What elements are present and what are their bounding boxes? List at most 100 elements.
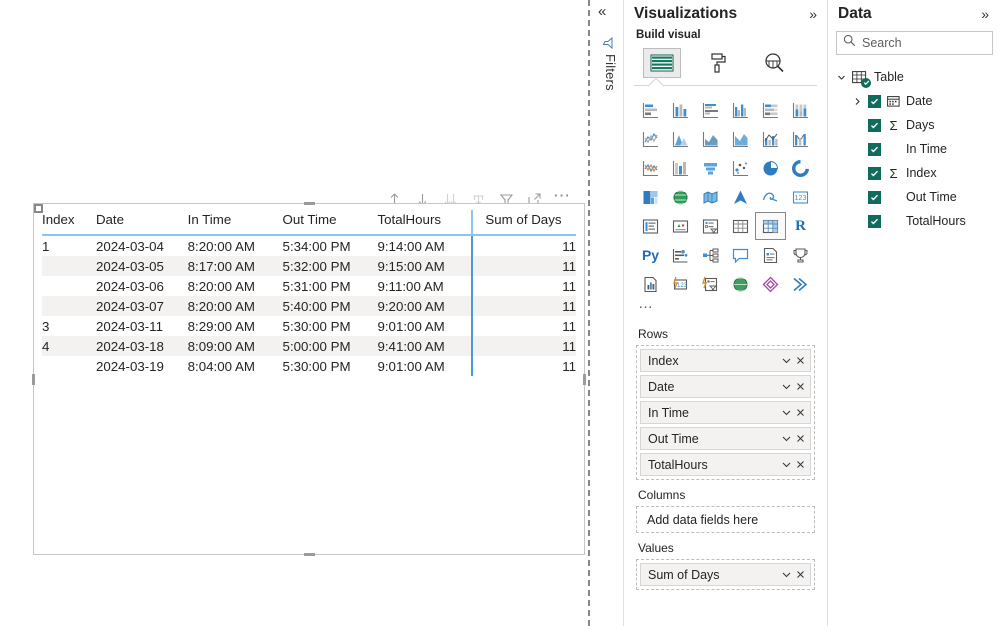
python-visual-icon[interactable]: Py	[636, 242, 665, 268]
funnel-chart-icon[interactable]	[666, 155, 695, 181]
slicer-icon[interactable]	[696, 213, 725, 239]
field-checkbox[interactable]	[868, 142, 881, 156]
field-row-index[interactable]: Σ Index	[836, 161, 999, 185]
stacked-bar-chart-icon[interactable]	[636, 97, 665, 123]
chevron-visual-icon[interactable]	[786, 271, 815, 297]
power-automate-icon[interactable]	[696, 271, 725, 297]
search-input[interactable]: Search	[836, 31, 993, 55]
card-icon[interactable]: 123	[786, 184, 815, 210]
field-checkbox[interactable]	[868, 190, 881, 204]
chevron-down-icon[interactable]	[781, 569, 792, 580]
scatter-plot-icon[interactable]	[726, 155, 755, 181]
ribbon-chart-icon[interactable]	[786, 126, 815, 152]
smart-narrative-icon[interactable]	[756, 242, 785, 268]
table-row[interactable]: 2024-03-05 8:17:00 AM 5:32:00 PM 9:15:00…	[42, 256, 576, 276]
field-row-in-time[interactable]: In Time	[836, 137, 999, 161]
table-row[interactable]: 1 2024-03-04 8:20:00 AM 5:34:00 PM 9:14:…	[42, 235, 576, 256]
diamond-visual-icon[interactable]	[756, 271, 785, 297]
tab-analytics[interactable]	[746, 45, 802, 81]
report-canvas[interactable]: ⋯ Index Date In Time Out Time TotalHours…	[0, 0, 590, 626]
field-checkbox[interactable]	[868, 118, 881, 132]
remove-field-icon[interactable]	[795, 433, 806, 444]
values-well[interactable]: Sum of Days	[636, 559, 815, 590]
more-visuals-icon[interactable]: …	[624, 296, 827, 315]
arcgis-map-icon[interactable]	[756, 184, 785, 210]
expand-visualizations-icon[interactable]: »	[809, 6, 817, 22]
chevron-down-icon[interactable]	[836, 73, 847, 82]
tab-format-visual[interactable]	[690, 45, 746, 81]
chevron-down-icon[interactable]	[781, 459, 792, 470]
multi-row-card-icon[interactable]	[636, 213, 665, 239]
power-apps-icon[interactable]: 123	[666, 271, 695, 297]
key-influencers-icon[interactable]	[666, 242, 695, 268]
matrix-icon[interactable]	[755, 212, 786, 240]
area-chart-icon[interactable]	[666, 126, 695, 152]
remove-field-icon[interactable]	[795, 569, 806, 580]
clustered-bar-chart-icon[interactable]	[696, 97, 725, 123]
table-row[interactable]: 3 2024-03-11 8:29:00 AM 5:30:00 PM 9:01:…	[42, 316, 576, 336]
stacked-column-chart-icon[interactable]	[666, 97, 695, 123]
field-chip-totalhours[interactable]: TotalHours	[640, 453, 811, 476]
table-row[interactable]: 4 2024-03-18 8:09:00 AM 5:00:00 PM 9:41:…	[42, 336, 576, 356]
remove-field-icon[interactable]	[795, 407, 806, 418]
field-checkbox[interactable]	[868, 166, 881, 180]
column-header-out-time[interactable]: Out Time	[282, 210, 378, 236]
rows-well[interactable]: Index Date In Time Out Time TotalHours	[636, 345, 815, 480]
field-chip-out-time[interactable]: Out Time	[640, 427, 811, 450]
resize-handle-left[interactable]	[32, 374, 35, 385]
hundred-percent-stacked-bar-chart-icon[interactable]	[756, 97, 785, 123]
azure-map-icon[interactable]	[726, 184, 755, 210]
clustered-column-chart-icon[interactable]	[726, 97, 755, 123]
field-row-totalhours[interactable]: TotalHours	[836, 209, 999, 233]
field-checkbox[interactable]	[868, 94, 881, 108]
filters-pane-collapsed[interactable]: « Filters	[590, 0, 624, 626]
chevron-down-icon[interactable]	[781, 433, 792, 444]
stacked-area-chart-icon[interactable]	[696, 126, 725, 152]
qna-icon[interactable]	[726, 242, 755, 268]
chevron-down-icon[interactable]	[781, 381, 792, 392]
field-checkbox[interactable]	[868, 214, 881, 228]
pie-chart-icon[interactable]	[756, 155, 785, 181]
line-and-clustered-column-chart-icon[interactable]	[756, 126, 785, 152]
field-chip-in-time[interactable]: In Time	[640, 401, 811, 424]
map-icon[interactable]	[666, 184, 695, 210]
column-header-in-time[interactable]: In Time	[187, 210, 283, 236]
remove-field-icon[interactable]	[795, 381, 806, 392]
field-chip-index[interactable]: Index	[640, 349, 811, 372]
visual-type-gallery[interactable]: 123 R Py 123	[624, 91, 827, 297]
remove-field-icon[interactable]	[795, 459, 806, 470]
column-header-date[interactable]: Date	[95, 210, 188, 236]
column-header-totalhours[interactable]: TotalHours	[377, 210, 473, 236]
tree-node-table[interactable]: Table	[836, 65, 999, 89]
matrix-visual[interactable]: Index Date In Time Out Time TotalHours S…	[42, 210, 576, 376]
resize-handle-top[interactable]	[304, 202, 315, 205]
table-row[interactable]: 2024-03-19 8:04:00 AM 5:30:00 PM 9:01:00…	[42, 356, 576, 376]
decomposition-tree-icon[interactable]	[696, 242, 725, 268]
remove-field-icon[interactable]	[795, 355, 806, 366]
field-row-out-time[interactable]: Out Time	[836, 185, 999, 209]
waterfall-chart-icon[interactable]	[636, 155, 665, 181]
expand-data-pane-icon[interactable]: »	[981, 6, 989, 22]
collapse-filters-icon[interactable]: «	[598, 4, 606, 19]
column-header-index[interactable]: Index	[42, 210, 96, 236]
metrics-icon[interactable]	[786, 242, 815, 268]
field-chip-sum-of-days[interactable]: Sum of Days	[640, 563, 811, 586]
scatter-chart-icon[interactable]	[696, 155, 725, 181]
r-script-visual-icon[interactable]: R	[786, 213, 815, 239]
filled-map-icon[interactable]	[696, 184, 725, 210]
field-row-date[interactable]: Date	[836, 89, 999, 113]
chevron-right-icon[interactable]	[852, 97, 863, 106]
resize-handle-bottom[interactable]	[304, 553, 315, 556]
hundred-percent-stacked-column-chart-icon[interactable]	[786, 97, 815, 123]
table-row[interactable]: 2024-03-07 8:20:00 AM 5:40:00 PM 9:20:00…	[42, 296, 576, 316]
chevron-down-icon[interactable]	[781, 407, 792, 418]
tab-build-visual[interactable]	[634, 45, 690, 81]
treemap-icon[interactable]	[636, 184, 665, 210]
globe-visual-icon[interactable]	[726, 271, 755, 297]
field-chip-date[interactable]: Date	[640, 375, 811, 398]
columns-well-dropzone[interactable]: Add data fields here	[636, 506, 815, 533]
visualizations-tab-strip[interactable]	[624, 45, 827, 81]
line-chart-icon[interactable]	[636, 126, 665, 152]
donut-chart-icon[interactable]	[786, 155, 815, 181]
column-header-sum-of-days[interactable]: Sum of Days	[471, 210, 576, 236]
